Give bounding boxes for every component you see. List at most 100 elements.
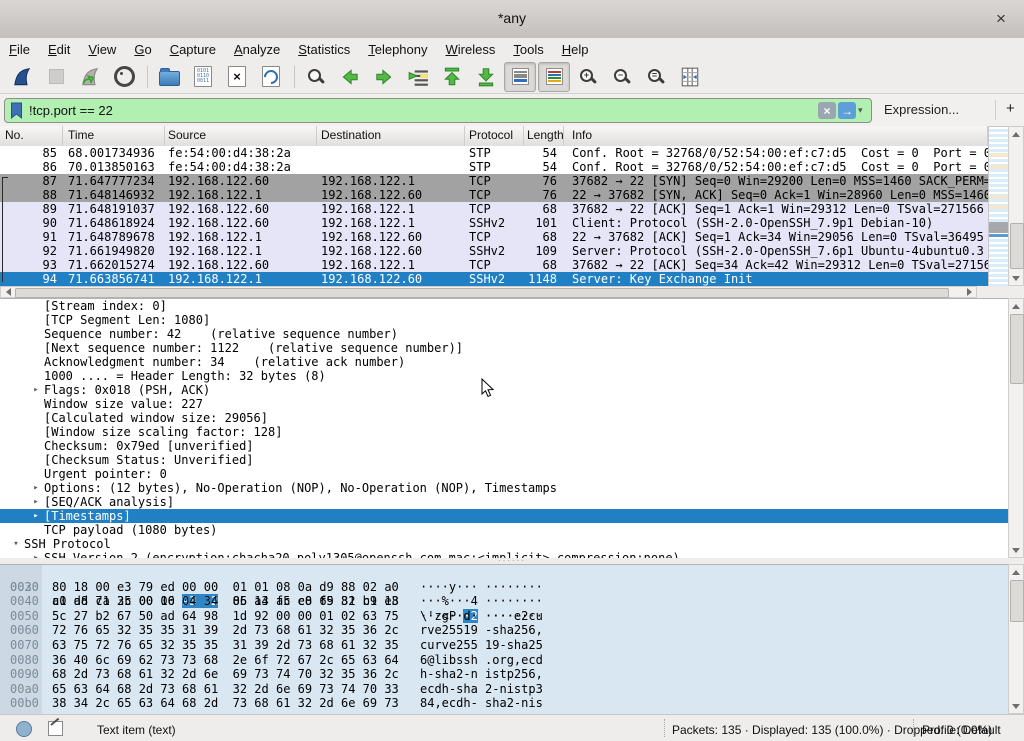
- filter-text[interactable]: !tcp.port == 22: [24, 103, 818, 118]
- packet-row[interactable]: 9271.661949820192.168.122.1192.168.122.6…: [0, 244, 988, 258]
- expand-icon[interactable]: ▸: [28, 495, 44, 509]
- packet-row[interactable]: 8871.648146932192.168.122.1192.168.122.6…: [0, 188, 988, 202]
- menu-go[interactable]: Go: [125, 40, 160, 59]
- detail-line-selected[interactable]: ▸[Timestamps]: [0, 509, 1008, 523]
- detail-line[interactable]: Urgent pointer: 0: [0, 467, 1008, 481]
- menu-help[interactable]: Help: [553, 40, 598, 59]
- hex-row[interactable]: 00b038 34 2c 65 63 64 68 2d 73 68 61 32 …: [0, 696, 1008, 711]
- expert-info-icon[interactable]: [16, 721, 32, 737]
- detail-line[interactable]: [Calculated window size: 29056]: [0, 411, 1008, 425]
- detail-line[interactable]: [TCP Segment Len: 1080]: [0, 313, 1008, 327]
- packet-list-hscrollbar[interactable]: [0, 286, 977, 298]
- colorize-button[interactable]: [538, 62, 570, 92]
- packet-row[interactable]: 8670.013850163fe:54:00:d4:38:2aSTP54Conf…: [0, 160, 988, 174]
- collapse-icon[interactable]: ▾: [8, 537, 24, 551]
- menu-tools[interactable]: Tools: [504, 40, 552, 59]
- detail-line[interactable]: Checksum: 0x79ed [unverified]: [0, 439, 1008, 453]
- scroll-down-icon[interactable]: [1009, 699, 1023, 713]
- start-capture-button[interactable]: [6, 62, 38, 92]
- detail-line[interactable]: Acknowledgment number: 34 (relative ack …: [0, 355, 1008, 369]
- save-file-button[interactable]: 010101100011: [187, 62, 219, 92]
- filter-clear-icon[interactable]: ×: [818, 102, 836, 119]
- menu-wireless[interactable]: Wireless: [437, 40, 505, 59]
- scrollbar-thumb[interactable]: [1010, 580, 1024, 622]
- capture-options-button[interactable]: [108, 62, 140, 92]
- packet-list-scrollbar[interactable]: [1008, 126, 1024, 286]
- hscrollbar-thumb[interactable]: [15, 288, 949, 298]
- expand-icon[interactable]: ▸: [28, 481, 44, 495]
- column-header-no[interactable]: No.: [0, 126, 63, 146]
- hex-row[interactable]: 0040a1 dd c1 25 00 00 04 34 06 14 f5 e8 …: [0, 594, 1008, 609]
- hex-row[interactable]: 008036 40 6c 69 62 73 73 68 2e 6f 72 67 …: [0, 653, 1008, 668]
- menu-edit[interactable]: Edit: [39, 40, 79, 59]
- expression-button[interactable]: Expression...: [884, 102, 959, 117]
- capture-comment-icon[interactable]: [48, 721, 63, 736]
- stop-capture-button[interactable]: [40, 62, 72, 92]
- menu-telephony[interactable]: Telephony: [359, 40, 436, 59]
- hex-scrollbar[interactable]: [1008, 564, 1024, 714]
- open-file-button[interactable]: [153, 62, 185, 92]
- menu-capture[interactable]: Capture: [161, 40, 225, 59]
- profile-label[interactable]: Profile: Default: [922, 723, 1001, 737]
- go-to-packet-button[interactable]: [402, 62, 434, 92]
- zoom-out-button[interactable]: −: [606, 62, 638, 92]
- detail-line[interactable]: ▸Flags: 0x018 (PSH, ACK): [0, 383, 1008, 397]
- go-to-top-button[interactable]: [436, 62, 468, 92]
- column-header-destination[interactable]: Destination: [317, 126, 465, 146]
- reload-file-button[interactable]: [255, 62, 287, 92]
- filter-dropdown-icon[interactable]: ▾: [858, 105, 868, 116]
- packet-minimap[interactable]: [988, 127, 1009, 286]
- auto-scroll-button[interactable]: [504, 62, 536, 92]
- hex-row[interactable]: 00505c 27 b2 67 50 ad 64 98 1d 92 00 00 …: [0, 609, 1008, 624]
- menu-view[interactable]: View: [79, 40, 125, 59]
- detail-line[interactable]: [Stream index: 0]: [0, 299, 1008, 313]
- restart-capture-button[interactable]: [74, 62, 106, 92]
- packet-row[interactable]: 9071.648618924192.168.122.60192.168.122.…: [0, 216, 988, 230]
- filter-apply-icon[interactable]: →: [838, 102, 856, 119]
- packet-row[interactable]: 8771.647777234192.168.122.60192.168.122.…: [0, 174, 988, 188]
- detail-line[interactable]: [Checksum Status: Unverified]: [0, 453, 1008, 467]
- detail-line[interactable]: ▸Options: (12 bytes), No-Operation (NOP)…: [0, 481, 1008, 495]
- packet-row[interactable]: 8971.648191037192.168.122.60192.168.122.…: [0, 202, 988, 216]
- resize-columns-button[interactable]: [674, 62, 706, 92]
- bookmark-icon[interactable]: [9, 102, 24, 120]
- filter-input[interactable]: !tcp.port == 22 × → ▾: [4, 98, 872, 123]
- detail-line[interactable]: [Window size scaling factor: 128]: [0, 425, 1008, 439]
- packet-row-selected[interactable]: 9471.663856741192.168.122.1192.168.122.6…: [0, 272, 988, 286]
- details-scrollbar[interactable]: [1008, 298, 1024, 558]
- expand-icon[interactable]: ▸: [28, 509, 44, 523]
- scroll-down-icon[interactable]: [1009, 271, 1023, 285]
- column-header-time[interactable]: Time: [63, 126, 165, 146]
- hex-row[interactable]: 009068 2d 73 68 61 32 2d 6e 69 73 74 70 …: [0, 667, 1008, 682]
- column-header-length[interactable]: Length: [524, 126, 564, 146]
- scroll-up-icon[interactable]: [1009, 565, 1023, 579]
- find-packet-button[interactable]: [300, 62, 332, 92]
- close-icon[interactable]: ×: [990, 8, 1012, 30]
- packet-row[interactable]: 8568.001734936fe:54:00:d4:38:2aSTP54Conf…: [0, 146, 988, 160]
- column-header-info[interactable]: Info: [564, 126, 988, 146]
- hex-row[interactable]: 006072 76 65 32 35 35 31 39 2d 73 68 61 …: [0, 623, 1008, 638]
- detail-line[interactable]: TCP payload (1080 bytes): [0, 523, 1008, 537]
- menu-analyze[interactable]: Analyze: [225, 40, 289, 59]
- go-to-bottom-button[interactable]: [470, 62, 502, 92]
- scrollbar-thumb[interactable]: [1010, 223, 1024, 269]
- hex-row[interactable]: 0020 c0 a8 7a 3c 00 16 93 32 85 a3 ac c0…: [0, 565, 1008, 580]
- detail-line[interactable]: 1000 .... = Header Length: 32 bytes (8): [0, 369, 1008, 383]
- detail-line[interactable]: Window size value: 227: [0, 397, 1008, 411]
- column-header-protocol[interactable]: Protocol: [465, 126, 524, 146]
- title-bar[interactable]: *any ×: [0, 0, 1024, 39]
- detail-line[interactable]: Sequence number: 42 (relative sequence n…: [0, 327, 1008, 341]
- go-forward-button[interactable]: [368, 62, 400, 92]
- hex-row[interactable]: 00a065 63 64 68 2d 73 68 61 32 2d 6e 69 …: [0, 682, 1008, 697]
- zoom-reset-button[interactable]: =: [640, 62, 672, 92]
- add-filter-button[interactable]: +: [1006, 100, 1015, 117]
- expand-icon[interactable]: ▸: [28, 383, 44, 397]
- column-header-source[interactable]: Source: [165, 126, 317, 146]
- menu-statistics[interactable]: Statistics: [289, 40, 359, 59]
- detail-line[interactable]: ▸[SEQ/ACK analysis]: [0, 495, 1008, 509]
- go-back-button[interactable]: [334, 62, 366, 92]
- scrollbar-thumb[interactable]: [1010, 314, 1024, 384]
- detail-line[interactable]: ▾SSH Protocol: [0, 537, 1008, 551]
- scroll-up-icon[interactable]: [1009, 299, 1023, 313]
- packet-row[interactable]: 9171.648789678192.168.122.1192.168.122.6…: [0, 230, 988, 244]
